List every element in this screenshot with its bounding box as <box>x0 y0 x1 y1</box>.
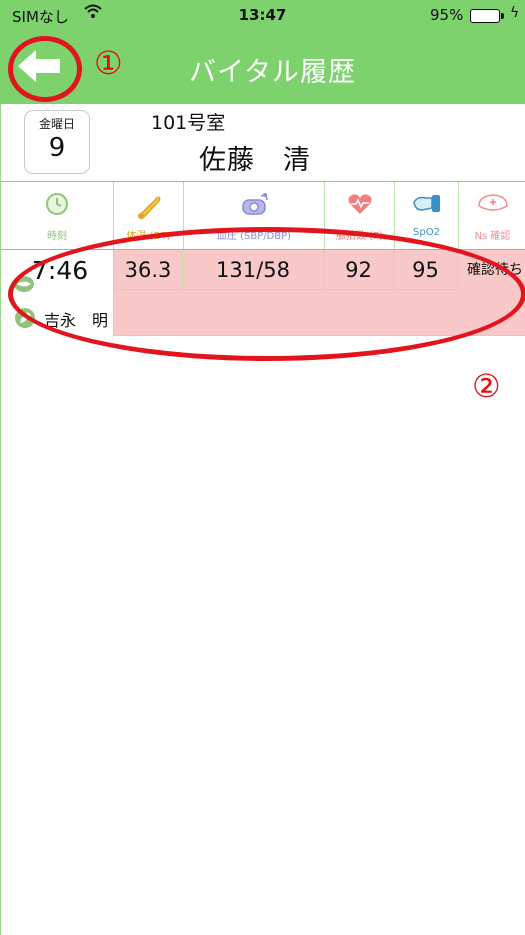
thermometer-icon <box>137 196 160 219</box>
edit-pencil-icon[interactable] <box>14 307 36 333</box>
navigation-bar: SIMなし 13:47 95% ϟ ① バイタル履歴 <box>0 0 525 104</box>
battery-icon <box>470 9 504 23</box>
column-header-blood-pressure: 血圧 (SBP/DBP) <box>184 182 325 249</box>
column-label-temperature: 体温 (BT) <box>126 231 171 242</box>
column-header-temperature: 体温 (BT) <box>114 182 184 249</box>
staff-name: 吉永 明 <box>44 311 109 330</box>
list-left-border <box>0 336 1 935</box>
room-number: 101号室 <box>151 112 226 134</box>
record-time-cell: 7:46 吉永 明 <box>0 250 113 336</box>
page-title: バイタル履歴 <box>189 57 356 88</box>
memo-cell[interactable] <box>113 290 525 336</box>
heart-pulse-icon <box>347 194 372 214</box>
status-bar: SIMなし 13:47 95% ϟ <box>0 0 525 30</box>
temperature-value[interactable]: 36.3 <box>113 250 183 290</box>
vital-history-screen: SIMなし 13:47 95% ϟ ① バイタル履歴 金曜日 9 101号室 佐… <box>0 0 525 935</box>
day-of-week: 金曜日 <box>38 117 75 131</box>
column-label-spo2: SpO2 <box>413 227 440 238</box>
column-label-time: 時刻 <box>47 231 67 242</box>
vitals-table-header: 時刻 体温 (BT) 血圧 (SBP/DBP) 脈拍数 (P) SpO2 Ns … <box>0 182 525 250</box>
patient-name: 佐藤 清 <box>199 145 311 176</box>
column-header-spo2: SpO2 <box>395 182 459 249</box>
charging-icon: ϟ <box>510 5 520 21</box>
pulse-value[interactable]: 92 <box>324 250 394 290</box>
annotation-marker-2: ② <box>472 367 501 405</box>
confirm-status[interactable]: 確認待ち <box>467 250 525 290</box>
column-label-pulse: 脈拍数 (P) <box>335 231 383 242</box>
column-header-pulse: 脈拍数 (P) <box>325 182 395 249</box>
record-time: 7:46 <box>32 256 89 285</box>
day-number: 9 <box>48 133 66 163</box>
blood-pressure-icon <box>242 193 268 215</box>
column-label-nurse-confirm: Ns 確認 <box>474 231 511 242</box>
pulse-oximeter-icon <box>412 195 440 212</box>
column-header-time: 時刻 <box>1 182 114 249</box>
battery-percent: 95% <box>430 6 464 24</box>
column-header-nurse-confirm: Ns 確認 <box>459 182 525 249</box>
patient-header: 金曜日 9 101号室 佐藤 清 <box>0 104 525 182</box>
blood-pressure-value[interactable]: 131/58 <box>183 250 324 290</box>
column-label-blood-pressure: 血圧 (SBP/DBP) <box>216 231 292 242</box>
clock-icon <box>46 193 68 215</box>
date-card: 金曜日 9 <box>24 110 90 174</box>
vital-record-row[interactable]: 7:46 吉永 明 36.3 131/58 92 95 確認待ち <box>0 250 525 336</box>
nurse-cap-icon <box>477 194 508 211</box>
spo2-value[interactable]: 95 <box>394 250 458 290</box>
lips-icon <box>13 274 35 298</box>
